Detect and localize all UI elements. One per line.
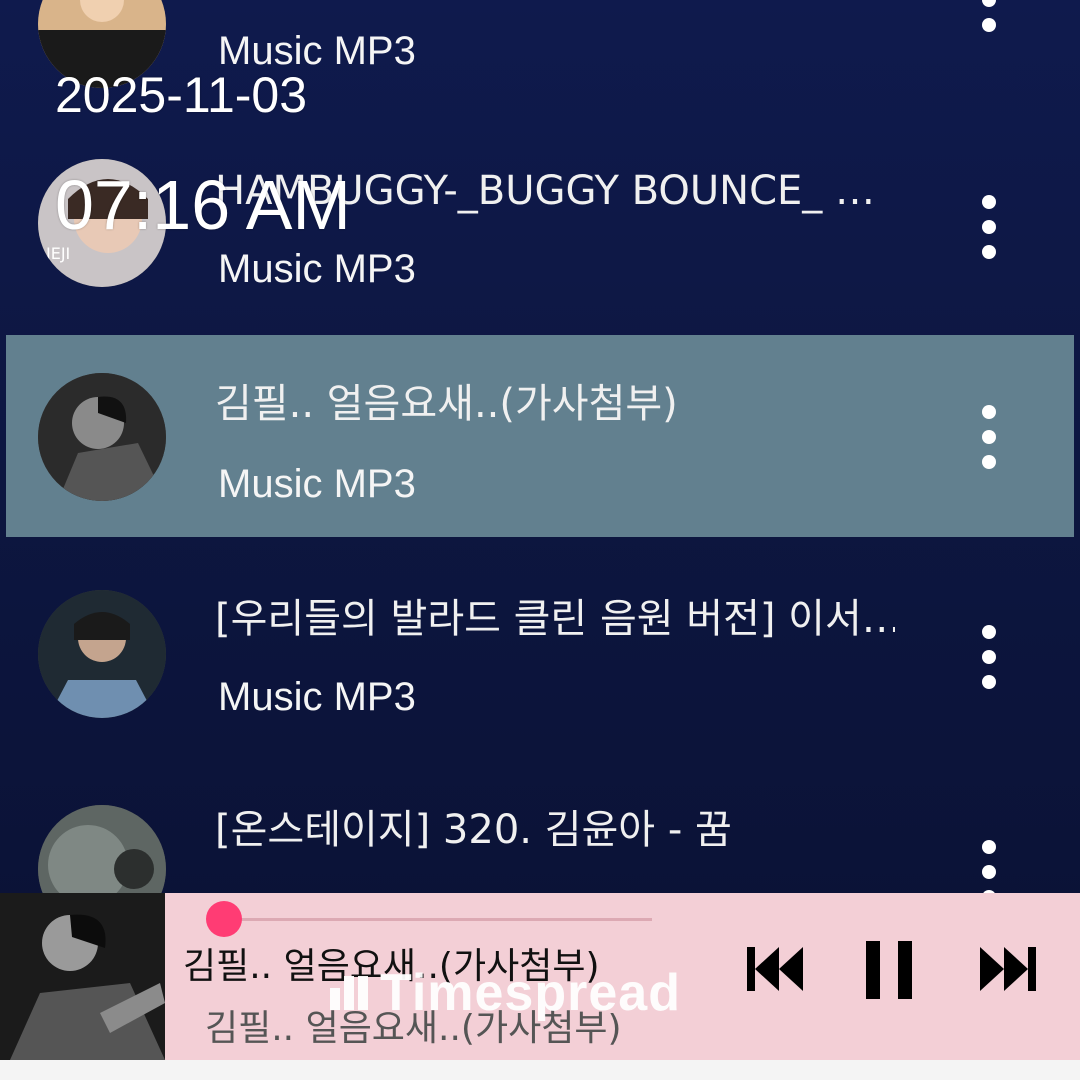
- overlay-date: 2025-11-03: [55, 67, 308, 123]
- list-item-title: 김필.. 얼음요새..(가사첨부): [215, 381, 678, 427]
- more-vertical-icon[interactable]: [980, 625, 998, 689]
- album-art-icon: [38, 590, 166, 718]
- progress-knob[interactable]: [206, 901, 243, 937]
- album-art-icon: [38, 373, 166, 501]
- list-item[interactable]: Music MP3: [0, 0, 1080, 88]
- list-item[interactable]: [우리들의 발라드 클린 음원 버전] 이서… Music MP3: [0, 555, 1080, 765]
- list-item-title: [온스테이지] 320. 김윤아 - 꿈: [215, 807, 732, 853]
- list-item-title: [우리들의 발라드 클린 음원 버전] 이서…: [215, 596, 895, 642]
- list-item-subtitle: Music MP3: [218, 462, 416, 506]
- more-vertical-icon[interactable]: [980, 195, 998, 259]
- progress-bar[interactable]: [206, 901, 652, 937]
- svg-text:JEJI: JEJI: [45, 244, 70, 263]
- watermark-logo-icon: [330, 976, 368, 1010]
- more-vertical-icon[interactable]: [980, 405, 998, 469]
- navigation-bar: [0, 1060, 1080, 1080]
- list-item-selected[interactable]: 김필.. 얼음요새..(가사첨부) Music MP3: [6, 335, 1074, 537]
- mini-player[interactable]: 김필.. 얼음요새..(가사첨부) 김필.. 얼음요새..(가사첨부) Time…: [0, 893, 1080, 1060]
- list-item-subtitle: Music MP3: [218, 247, 416, 291]
- watermark-text: Timespread: [380, 964, 681, 1022]
- watermark: Timespread: [330, 963, 681, 1023]
- skip-next-icon[interactable]: [978, 937, 1038, 1001]
- list-item-subtitle: Music MP3: [218, 675, 416, 719]
- pause-icon[interactable]: [862, 937, 918, 1001]
- skip-previous-icon[interactable]: [745, 937, 805, 1001]
- now-playing-art-icon: [0, 893, 165, 1060]
- overlay-time: 07:16 AM: [55, 166, 351, 244]
- more-vertical-icon[interactable]: [980, 0, 998, 32]
